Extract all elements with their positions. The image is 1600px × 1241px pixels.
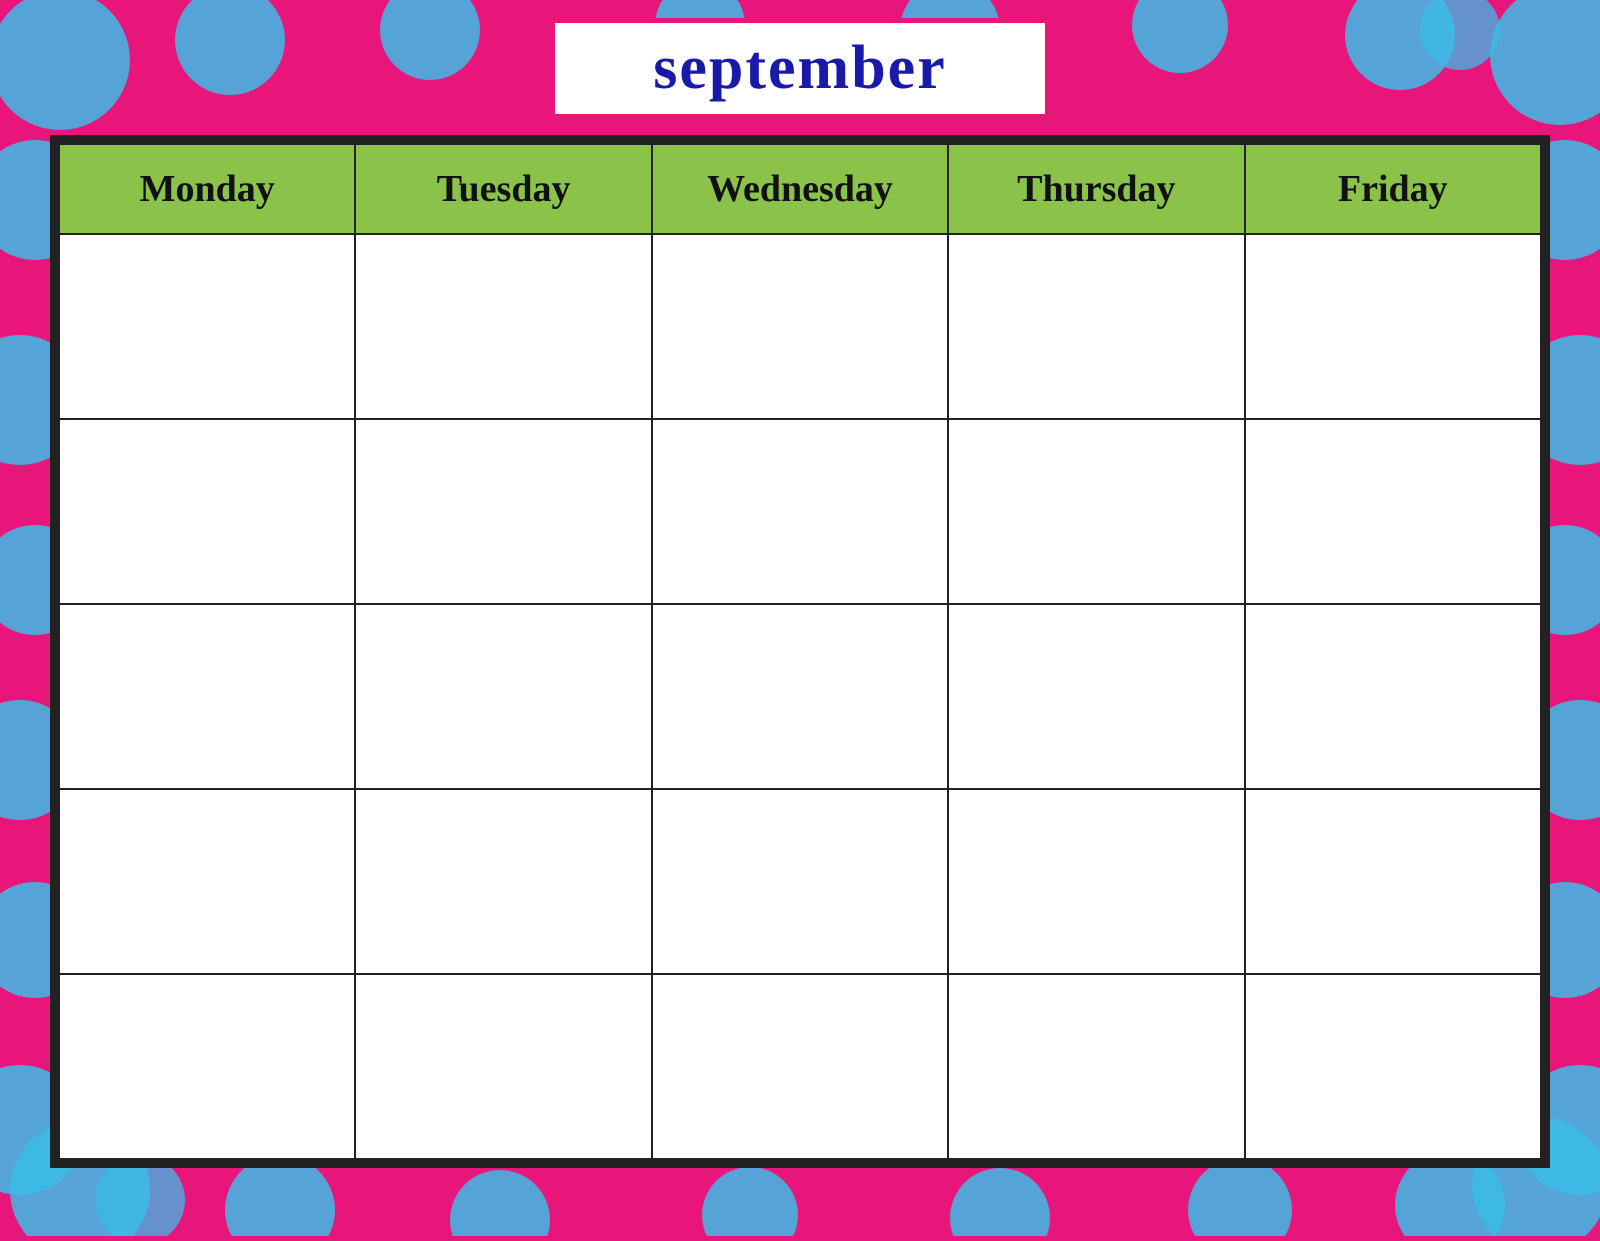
cell-row4-wed[interactable]: [652, 789, 948, 974]
header-monday: Monday: [59, 144, 355, 234]
cell-row4-fri[interactable]: [1245, 789, 1541, 974]
cell-row2-wed[interactable]: [652, 419, 948, 604]
header-friday: Friday: [1245, 144, 1541, 234]
cell-row3-thu[interactable]: [948, 604, 1244, 789]
cell-row1-mon[interactable]: [59, 234, 355, 419]
cell-row3-tue[interactable]: [355, 604, 651, 789]
cell-row1-tue[interactable]: [355, 234, 651, 419]
content-wrapper: september Monday Tuesday Wednesday Thurs…: [0, 0, 1600, 1236]
cell-row5-wed[interactable]: [652, 974, 948, 1159]
cell-row4-mon[interactable]: [59, 789, 355, 974]
month-title-box: september: [550, 18, 1050, 119]
cell-row5-fri[interactable]: [1245, 974, 1541, 1159]
cell-row3-wed[interactable]: [652, 604, 948, 789]
cell-row1-thu[interactable]: [948, 234, 1244, 419]
calendar-header-row: Monday Tuesday Wednesday Thursday Friday: [59, 144, 1541, 234]
calendar-row-2: [59, 419, 1541, 604]
cell-row2-thu[interactable]: [948, 419, 1244, 604]
header-tuesday: Tuesday: [355, 144, 651, 234]
cell-row5-tue[interactable]: [355, 974, 651, 1159]
calendar-row-3: [59, 604, 1541, 789]
cell-row4-thu[interactable]: [948, 789, 1244, 974]
cell-row1-wed[interactable]: [652, 234, 948, 419]
calendar-container: Monday Tuesday Wednesday Thursday Friday: [50, 135, 1550, 1168]
cell-row1-fri[interactable]: [1245, 234, 1541, 419]
month-title: september: [653, 34, 946, 102]
cell-row4-tue[interactable]: [355, 789, 651, 974]
header-wednesday: Wednesday: [652, 144, 948, 234]
cell-row2-mon[interactable]: [59, 419, 355, 604]
header-thursday: Thursday: [948, 144, 1244, 234]
calendar-row-5: [59, 974, 1541, 1159]
cell-row5-mon[interactable]: [59, 974, 355, 1159]
cell-row3-fri[interactable]: [1245, 604, 1541, 789]
cell-row3-mon[interactable]: [59, 604, 355, 789]
cell-row5-thu[interactable]: [948, 974, 1244, 1159]
cell-row2-tue[interactable]: [355, 419, 651, 604]
calendar-row-1: [59, 234, 1541, 419]
calendar-table: Monday Tuesday Wednesday Thursday Friday: [58, 143, 1542, 1160]
cell-row2-fri[interactable]: [1245, 419, 1541, 604]
calendar-row-4: [59, 789, 1541, 974]
